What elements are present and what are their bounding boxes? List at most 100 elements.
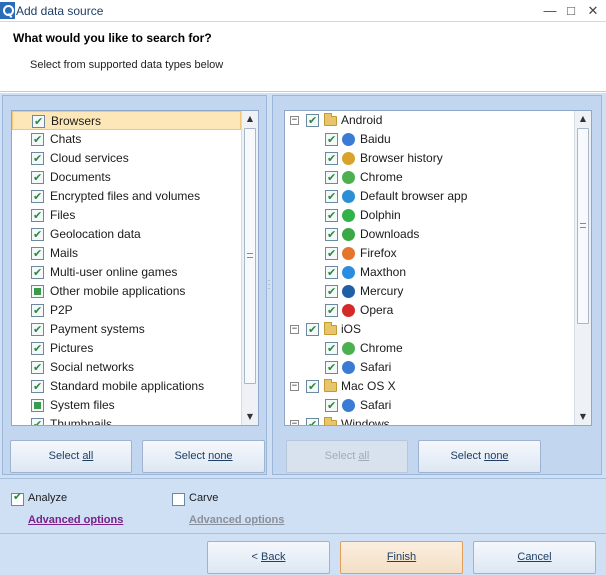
tree-app-node[interactable]: Firefox bbox=[285, 244, 574, 263]
category-checkbox[interactable] bbox=[31, 130, 44, 149]
tree-checkbox[interactable] bbox=[325, 187, 338, 206]
tree-checkbox[interactable] bbox=[325, 206, 338, 225]
category-row[interactable]: Other mobile applications bbox=[12, 282, 241, 301]
category-row[interactable]: Pictures bbox=[12, 339, 241, 358]
category-row[interactable]: System files bbox=[12, 396, 241, 415]
apps-scrollbar[interactable]: ▲ ▼ bbox=[574, 111, 591, 425]
panel-splitter-handle[interactable]: · · · bbox=[267, 276, 271, 293]
select-all-categories-button[interactable]: Select all bbox=[10, 440, 132, 473]
tree-checkbox[interactable] bbox=[306, 415, 319, 425]
carve-checkbox[interactable] bbox=[172, 493, 185, 506]
apps-tree[interactable]: − Android Baidu Browser history Chrome Defaul… bbox=[284, 110, 592, 426]
category-checkbox[interactable] bbox=[31, 358, 44, 377]
tree-label: Downloads bbox=[360, 227, 420, 241]
tree-app-node[interactable]: Safari bbox=[285, 358, 574, 377]
tree-app-node[interactable]: Browser history bbox=[285, 149, 574, 168]
finish-button[interactable]: Finish bbox=[340, 541, 463, 574]
tree-checkbox[interactable] bbox=[325, 339, 338, 358]
tree-label: Firefox bbox=[360, 246, 397, 260]
category-row[interactable]: Encrypted files and volumes bbox=[12, 187, 241, 206]
category-row[interactable]: P2P bbox=[12, 301, 241, 320]
tree-app-node[interactable]: Opera bbox=[285, 301, 574, 320]
maximize-button[interactable]: □ bbox=[562, 3, 580, 19]
tree-checkbox[interactable] bbox=[306, 320, 319, 339]
category-row[interactable]: Documents bbox=[12, 168, 241, 187]
category-checkbox[interactable] bbox=[31, 339, 44, 358]
tree-platform-node[interactable]: − Windows bbox=[285, 415, 574, 425]
advanced-options-carve-link[interactable]: Advanced options bbox=[189, 514, 284, 526]
category-checkbox[interactable] bbox=[31, 244, 44, 263]
collapse-icon[interactable]: − bbox=[290, 116, 299, 125]
category-checkbox[interactable] bbox=[31, 377, 44, 396]
tree-app-node[interactable]: Downloads bbox=[285, 225, 574, 244]
tree-checkbox[interactable] bbox=[306, 111, 319, 130]
tree-checkbox[interactable] bbox=[325, 263, 338, 282]
tree-app-node[interactable]: Baidu bbox=[285, 130, 574, 149]
select-all-apps-button[interactable]: Select all bbox=[286, 440, 408, 473]
tree-platform-node[interactable]: − iOS bbox=[285, 320, 574, 339]
collapse-icon[interactable]: − bbox=[290, 420, 299, 425]
cancel-button[interactable]: Cancel bbox=[473, 541, 596, 574]
tree-checkbox[interactable] bbox=[325, 130, 338, 149]
close-button[interactable]: ✕ bbox=[584, 3, 602, 19]
category-row[interactable]: Mails bbox=[12, 244, 241, 263]
category-checkbox[interactable] bbox=[32, 112, 45, 131]
categories-list[interactable]: Browsers Chats Cloud services Documents Encr… bbox=[11, 110, 259, 426]
back-button[interactable]: < Back bbox=[207, 541, 330, 574]
category-checkbox[interactable] bbox=[31, 320, 44, 339]
category-checkbox[interactable] bbox=[31, 187, 44, 206]
tree-checkbox[interactable] bbox=[325, 244, 338, 263]
tree-checkbox[interactable] bbox=[325, 396, 338, 415]
tree-app-node[interactable]: Default browser app bbox=[285, 187, 574, 206]
category-checkbox[interactable] bbox=[31, 149, 44, 168]
tree-app-node[interactable]: Maxthon bbox=[285, 263, 574, 282]
scroll-up-arrow-icon[interactable]: ▲ bbox=[242, 111, 258, 127]
category-checkbox[interactable] bbox=[31, 399, 44, 412]
firefox-icon bbox=[342, 247, 355, 260]
category-row[interactable]: Geolocation data bbox=[12, 225, 241, 244]
category-checkbox[interactable] bbox=[31, 225, 44, 244]
tree-checkbox[interactable] bbox=[325, 301, 338, 320]
category-checkbox[interactable] bbox=[31, 168, 44, 187]
category-row[interactable]: Payment systems bbox=[12, 320, 241, 339]
category-checkbox[interactable] bbox=[31, 301, 44, 320]
select-none-apps-button[interactable]: Select none bbox=[418, 440, 541, 473]
category-row[interactable]: Browsers bbox=[12, 111, 241, 131]
select-none-categories-button[interactable]: Select none bbox=[142, 440, 265, 473]
category-row[interactable]: Thumbnails bbox=[12, 415, 241, 425]
category-row[interactable]: Cloud services bbox=[12, 149, 241, 168]
tree-checkbox[interactable] bbox=[325, 225, 338, 244]
category-checkbox[interactable] bbox=[31, 285, 44, 298]
category-checkbox[interactable] bbox=[31, 415, 44, 425]
tree-platform-node[interactable]: − Mac OS X bbox=[285, 377, 574, 396]
tree-checkbox[interactable] bbox=[306, 377, 319, 396]
category-row[interactable]: Social networks bbox=[12, 358, 241, 377]
categories-scrollbar[interactable]: ▲ ▼ bbox=[241, 111, 258, 425]
tree-checkbox[interactable] bbox=[325, 282, 338, 301]
collapse-icon[interactable]: − bbox=[290, 325, 299, 334]
tree-app-node[interactable]: Dolphin bbox=[285, 206, 574, 225]
scroll-up-arrow-icon[interactable]: ▲ bbox=[575, 111, 591, 127]
tree-app-node[interactable]: Safari bbox=[285, 396, 574, 415]
category-row[interactable]: Chats bbox=[12, 130, 241, 149]
collapse-icon[interactable]: − bbox=[290, 382, 299, 391]
category-row[interactable]: Multi-user online games bbox=[12, 263, 241, 282]
tree-checkbox[interactable] bbox=[325, 358, 338, 377]
minimize-button[interactable]: — bbox=[541, 3, 559, 19]
tree-platform-node[interactable]: − Android bbox=[285, 111, 574, 130]
advanced-options-analyze-link[interactable]: Advanced options bbox=[28, 514, 123, 526]
category-checkbox[interactable] bbox=[31, 206, 44, 225]
tree-app-node[interactable]: Mercury bbox=[285, 282, 574, 301]
analyze-checkbox[interactable] bbox=[11, 490, 24, 506]
scroll-down-arrow-icon[interactable]: ▼ bbox=[575, 409, 591, 425]
tree-checkbox[interactable] bbox=[325, 168, 338, 187]
tree-app-node[interactable]: Chrome bbox=[285, 339, 574, 358]
category-checkbox[interactable] bbox=[31, 263, 44, 282]
scroll-thumb[interactable] bbox=[577, 128, 589, 324]
tree-checkbox[interactable] bbox=[325, 149, 338, 168]
scroll-down-arrow-icon[interactable]: ▼ bbox=[242, 409, 258, 425]
category-row[interactable]: Standard mobile applications bbox=[12, 377, 241, 396]
tree-app-node[interactable]: Chrome bbox=[285, 168, 574, 187]
scroll-thumb[interactable] bbox=[244, 128, 256, 384]
category-row[interactable]: Files bbox=[12, 206, 241, 225]
